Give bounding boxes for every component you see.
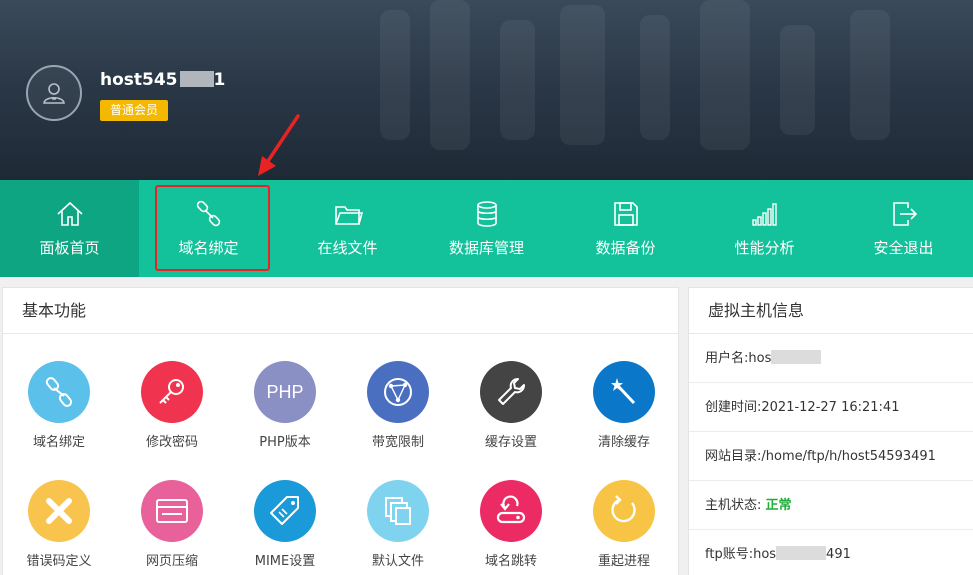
nav-label: 安全退出	[873, 239, 934, 257]
link-icon	[196, 200, 220, 227]
func-label: 重起进程	[597, 554, 650, 569]
signal-bars-icon	[751, 203, 777, 226]
basic-functions-panel: 基本功能 域名绑定 修改密码 PHP PHP版本 带宽限制 缓存设置 清除缓存 …	[2, 287, 679, 575]
annotation-arrow	[258, 114, 300, 176]
username-redacted	[771, 350, 822, 364]
avatar[interactable]	[26, 65, 82, 121]
func-domain-binding[interactable]: 域名绑定	[9, 361, 109, 450]
status-badge: 正常	[765, 498, 792, 513]
nav-item-database[interactable]: 数据库管理	[417, 180, 556, 277]
nav-item-domain-binding[interactable]: 域名绑定	[139, 180, 278, 277]
func-label: 默认文件	[371, 554, 424, 569]
ftp-redacted	[776, 546, 827, 560]
magic-wand-icon	[593, 361, 655, 423]
func-error-codes[interactable]: 错误码定义	[9, 480, 109, 569]
folder-icon	[334, 206, 363, 225]
func-default-files[interactable]: 默认文件	[348, 480, 448, 569]
php-icon-text: PHP	[266, 381, 304, 402]
func-label: 缓存设置	[484, 435, 537, 450]
nav-label: 数据备份	[595, 239, 656, 257]
nav-item-backup[interactable]: 数据备份	[556, 180, 695, 277]
nav-label: 域名绑定	[178, 239, 239, 257]
nav-item-logout[interactable]: 安全退出	[834, 180, 973, 277]
info-label: 用户名:	[705, 351, 749, 366]
info-value: 2021-12-27 16:21:41	[761, 400, 900, 415]
username-text: host545	[100, 70, 178, 90]
func-label: MIME设置	[254, 554, 316, 569]
info-value: hos	[753, 547, 777, 562]
nav-label: 在线文件	[317, 239, 378, 257]
func-label: 错误码定义	[26, 554, 92, 569]
info-label: ftp账号:	[705, 547, 754, 562]
redirect-icon	[480, 480, 542, 542]
main-nav: 面板首页 域名绑定 在线文件 数据库管理 数据备份 性能分析 安全退出	[0, 180, 973, 277]
username-trail: 1	[213, 70, 226, 90]
info-username: 用户名:hos	[689, 334, 973, 383]
nav-item-online-files[interactable]: 在线文件	[278, 180, 417, 277]
func-label: 网页压缩	[145, 554, 198, 569]
info-value: hos	[748, 351, 772, 366]
php-icon: PHP	[254, 361, 316, 423]
func-label: 域名跳转	[484, 554, 537, 569]
info-label: 主机状态:	[705, 498, 762, 513]
func-php-version[interactable]: PHP PHP版本	[235, 361, 335, 450]
func-label: 带宽限制	[371, 435, 424, 450]
info-created-time: 创建时间:2021-12-27 16:21:41	[689, 383, 973, 432]
tag-icon	[254, 480, 316, 542]
files-icon	[367, 480, 429, 542]
func-gzip-compression[interactable]: 网页压缩	[122, 480, 222, 569]
info-host-status: 主机状态: 正常	[689, 481, 973, 530]
func-label: PHP版本	[259, 435, 311, 450]
globe-icon	[367, 361, 429, 423]
username-redacted	[179, 71, 214, 87]
nav-label: 面板首页	[39, 239, 100, 257]
func-label: 修改密码	[145, 435, 198, 450]
func-clear-cache[interactable]: 清除缓存	[574, 361, 674, 450]
info-ftp-account: ftp账号:hos 491	[689, 530, 973, 575]
save-icon	[613, 202, 638, 226]
info-value-trail: 491	[826, 547, 851, 562]
nav-label: 性能分析	[734, 239, 795, 257]
card-icon	[141, 480, 203, 542]
user-icon	[43, 83, 65, 104]
func-label: 域名绑定	[32, 435, 85, 450]
info-label: 创建时间:	[705, 400, 762, 415]
panel-title: 虚拟主机信息	[689, 288, 973, 334]
database-icon	[476, 201, 497, 227]
home-icon	[56, 201, 83, 226]
panel-title: 基本功能	[3, 288, 678, 334]
func-label: 清除缓存	[597, 435, 650, 450]
nav-label: 数据库管理	[448, 239, 524, 257]
func-mime-settings[interactable]: MIME设置	[235, 480, 335, 569]
func-restart-process[interactable]: 重起进程	[574, 480, 674, 569]
func-cache-settings[interactable]: 缓存设置	[461, 361, 561, 450]
info-webroot: 网站目录:/home/ftp/h/host54593491	[689, 432, 973, 481]
nav-item-performance[interactable]: 性能分析	[695, 180, 834, 277]
func-change-password[interactable]: 修改密码	[122, 361, 222, 450]
func-domain-redirect[interactable]: 域名跳转	[461, 480, 561, 569]
header-banner: host545 1 普通会员	[0, 0, 973, 180]
username: host545 1	[100, 70, 225, 90]
key-icon	[141, 361, 203, 423]
nav-item-home[interactable]: 面板首页	[0, 180, 139, 277]
func-bandwidth-limit[interactable]: 带宽限制	[348, 361, 448, 450]
logout-icon	[892, 202, 917, 226]
close-icon	[28, 480, 90, 542]
info-label: 网站目录:	[705, 449, 762, 464]
link-icon	[28, 361, 90, 423]
host-info-panel: 虚拟主机信息 用户名:hos 创建时间:2021-12-27 16:21:41 …	[688, 287, 973, 575]
member-badge: 普通会员	[100, 100, 169, 121]
info-value: /home/ftp/h/host54593491	[761, 449, 936, 464]
restart-icon	[593, 480, 655, 542]
wrench-icon	[480, 361, 542, 423]
